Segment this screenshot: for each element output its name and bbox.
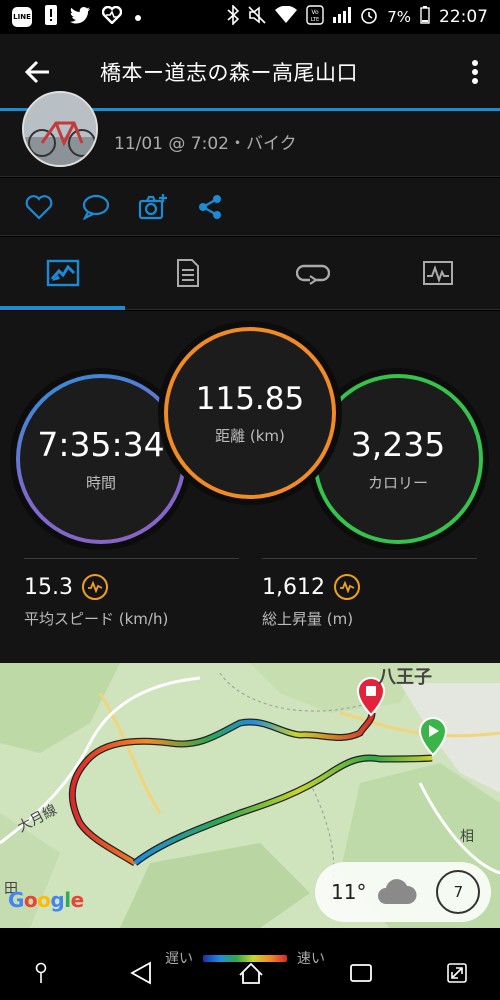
triangle-back-icon — [130, 961, 151, 985]
volte-icon: Vo LTE — [306, 5, 324, 29]
pin-icon — [35, 962, 47, 983]
tab-laps[interactable] — [250, 237, 375, 309]
like-button[interactable] — [24, 192, 54, 222]
activity-header: 11/01 @ 7:02・バイク — [0, 91, 500, 177]
line-icon: LINE — [12, 7, 32, 27]
recents-icon — [350, 964, 372, 982]
alarm-icon — [360, 6, 378, 28]
location-pin-button[interactable] — [26, 958, 56, 988]
action-row — [0, 178, 500, 236]
laps-loop-icon — [295, 264, 330, 285]
add-photo-icon — [138, 193, 167, 219]
calories-value: 3,235 — [350, 425, 446, 464]
activity-meta: 11/01 @ 7:02・バイク — [114, 134, 297, 154]
distance-value: 115.85 — [195, 380, 305, 417]
time-value: 7:35:34 — [37, 425, 165, 464]
recents-nav-button[interactable] — [346, 958, 376, 988]
wind-speed-indicator: 7 — [436, 870, 481, 914]
more-vert-icon — [472, 60, 478, 84]
map-side-label: 相 — [460, 829, 474, 845]
avatar[interactable] — [22, 91, 98, 167]
time-ring: 7:35:34 時間 — [16, 374, 186, 544]
map-city-label: 八王子 — [378, 667, 432, 688]
weather-widget[interactable]: 11° 7 — [315, 862, 491, 922]
more-options-button[interactable] — [450, 34, 500, 110]
cloud-icon — [378, 879, 417, 904]
summary-map-icon — [46, 259, 79, 287]
expand-icon — [447, 963, 467, 983]
calories-label: カロリー — [367, 474, 428, 492]
divider — [262, 558, 477, 559]
tab-details[interactable] — [125, 237, 250, 309]
share-button[interactable] — [195, 192, 225, 222]
arrow-back-icon — [25, 60, 49, 84]
status-bar: LINE Vo LTE 7% 22:07 — [0, 0, 500, 34]
comment-button[interactable] — [81, 192, 111, 222]
avg-speed-value: 15.3 — [24, 574, 73, 600]
tab-graphs[interactable] — [375, 237, 500, 309]
avg-speed-stat: 15.3 平均スピード (km/h) — [24, 558, 239, 638]
tab-bar — [0, 237, 500, 310]
home-icon — [239, 962, 263, 984]
google-logo: Google — [8, 888, 84, 912]
svg-text:LTE: LTE — [311, 17, 319, 23]
total-ascent-label: 総上昇量 (m) — [262, 610, 354, 628]
wifi-icon — [275, 5, 298, 28]
total-ascent-value: 1,612 — [262, 574, 325, 600]
bike-photo-icon — [24, 93, 96, 165]
page-title: 橋本ー道志の森ー高尾山口 — [100, 61, 358, 85]
battery-percent: 7% — [387, 8, 411, 26]
alert-icon — [44, 5, 58, 29]
calories-ring: 3,235 カロリー — [313, 374, 483, 544]
avg-speed-label: 平均スピード (km/h) — [24, 610, 169, 628]
legend-fast-label: 速い — [297, 951, 325, 967]
graphs-chart-icon — [422, 261, 453, 285]
expand-nav-button[interactable] — [442, 958, 472, 988]
back-nav-button[interactable] — [126, 958, 156, 988]
total-ascent-stat: 1,612 総上昇量 (m) — [262, 558, 477, 638]
add-photo-button[interactable] — [138, 192, 168, 222]
start-marker-icon — [418, 717, 448, 757]
weather-temperature: 11° — [331, 880, 367, 904]
time-label: 時間 — [85, 474, 116, 492]
mute-icon — [248, 6, 266, 28]
heart-icon — [25, 194, 53, 220]
divider — [24, 558, 239, 559]
heart-rate-icon — [101, 5, 123, 28]
wind-speed-value: 7 — [453, 883, 464, 901]
dot-icon — [134, 8, 142, 26]
svg-text:Vo: Vo — [312, 9, 320, 16]
battery-icon — [420, 6, 430, 28]
details-list-icon — [176, 259, 199, 287]
signal-icon — [333, 7, 352, 27]
clock: 22:07 — [439, 7, 488, 27]
distance-label: 距離 (km) — [215, 426, 285, 445]
performance-pulse-icon[interactable] — [81, 574, 108, 600]
comment-icon — [82, 194, 110, 220]
bluetooth-icon — [227, 4, 240, 29]
twitter-icon — [70, 6, 90, 28]
legend-slow-label: 遅い — [165, 951, 193, 967]
distance-ring: 115.85 距離 (km) — [164, 327, 336, 499]
share-icon — [199, 194, 221, 219]
tab-summary[interactable] — [0, 237, 125, 310]
performance-pulse-icon[interactable] — [333, 574, 360, 600]
home-nav-button[interactable] — [236, 958, 266, 988]
